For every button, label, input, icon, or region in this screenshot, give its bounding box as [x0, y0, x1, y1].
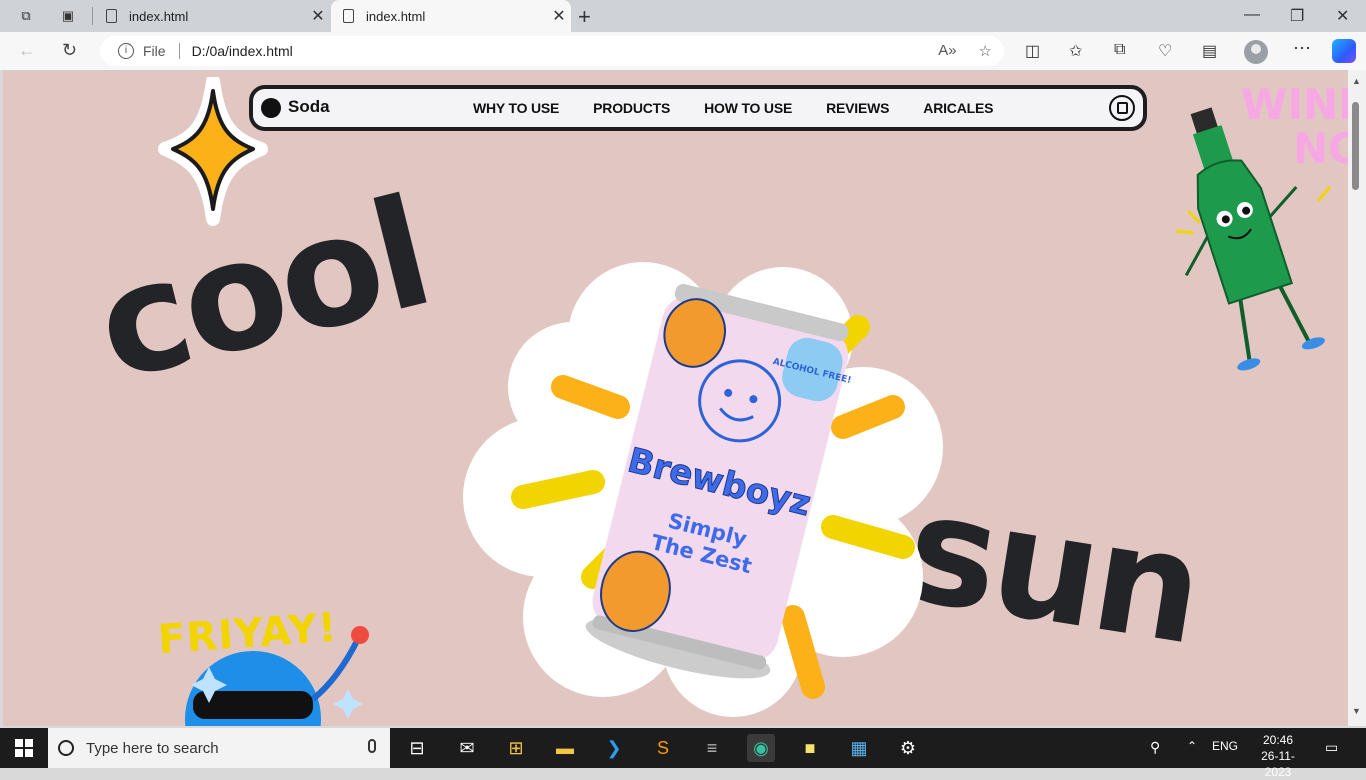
sidebar-icon[interactable]: ▤ [1202, 41, 1217, 61]
split-screen-icon[interactable]: ◫ [1025, 41, 1040, 61]
language-indicator[interactable]: ENG [1212, 739, 1238, 753]
start-button[interactable] [15, 739, 33, 757]
settings-gear-icon[interactable]: ⚙ [894, 734, 922, 762]
cart-icon[interactable] [1109, 95, 1135, 121]
tab-2[interactable]: index.html ✕ [331, 0, 571, 32]
restore-icon[interactable]: ❐ [1290, 6, 1304, 26]
refresh-icon[interactable]: ↻ [62, 40, 77, 61]
scroll-down-icon[interactable]: ▼ [1352, 706, 1361, 716]
site-logo[interactable]: Soda [288, 97, 330, 117]
page-scrollbar[interactable]: ▲ ▼ [1348, 70, 1366, 726]
flower-burst: Brewboyz Simply The Zest ALCOHOL FREE! [463, 262, 943, 717]
notifications-icon[interactable]: ▭ [1325, 739, 1338, 756]
clock-date: 26-11-2023 [1261, 749, 1295, 779]
scheme-label: File [143, 43, 166, 59]
system-clock[interactable]: 20:46 26-11-2023 [1248, 732, 1308, 780]
close-tab-icon[interactable]: ✕ [547, 6, 571, 26]
taskbar-search-placeholder: Type here to search [86, 739, 219, 757]
taskbar-search[interactable]: Type here to search [48, 728, 390, 768]
tab-actions-icon[interactable]: ▣ [57, 5, 79, 27]
copilot-icon[interactable] [1332, 39, 1356, 63]
minimize-icon[interactable]: — [1244, 6, 1260, 24]
store-icon[interactable]: ⊞ [502, 734, 530, 762]
new-tab-icon[interactable]: + [578, 4, 591, 30]
friyay-character [185, 626, 369, 726]
sublime-text-icon[interactable]: S [649, 734, 677, 762]
people-icon[interactable]: ⚲ [1150, 739, 1160, 756]
back-icon[interactable]: ← [18, 40, 36, 61]
close-tab-icon[interactable]: ✕ [306, 6, 330, 26]
tab-1[interactable]: index.html ✕ [94, 0, 330, 32]
wine-text-line2: NOT [1293, 124, 1348, 173]
vscode-icon[interactable]: ❯ [600, 734, 628, 762]
wine-text-line1: WINE [1241, 80, 1348, 129]
profile-avatar[interactable] [1244, 40, 1268, 64]
nav-reviews[interactable]: REVIEWS [826, 100, 889, 116]
logo-dot-icon [261, 98, 281, 118]
nav-how-to-use[interactable]: HOW TO USE [704, 100, 792, 116]
task-view-icon[interactable]: ⊟ [403, 734, 431, 762]
tab-separator [92, 7, 93, 25]
more-options-icon[interactable]: ⋯ [1293, 38, 1311, 59]
mail-icon[interactable]: ✉ [453, 734, 481, 762]
page-icon [106, 9, 117, 23]
read-aloud-icon[interactable]: A» [938, 42, 956, 60]
database-icon[interactable]: ≡ [698, 734, 726, 762]
favorites-icon[interactable]: ✩ [1069, 41, 1082, 61]
control-panel-icon[interactable]: ▦ [845, 734, 873, 762]
sticky-notes-icon[interactable]: ■ [796, 734, 824, 762]
site-navbar: Soda WHY TO USE PRODUCTS HOW TO USE REVI… [249, 85, 1147, 131]
close-window-icon[interactable]: ✕ [1336, 6, 1349, 26]
tab-2-title: index.html [366, 8, 426, 24]
address-bar-row: ← ↻ i File D:/0a/index.html A» ☆ ◫ ✩ ⧉ ♡… [0, 32, 1366, 70]
wine-not-text: WINE NOT [1241, 83, 1348, 171]
nav-why-to-use[interactable]: WHY TO USE [473, 100, 559, 116]
page-icon [343, 9, 354, 23]
search-icon [58, 740, 74, 756]
url-text[interactable]: D:/0a/index.html [192, 43, 293, 59]
nav-articles[interactable]: ARICALES [923, 100, 993, 116]
file-explorer-icon[interactable]: ▬ [551, 734, 579, 762]
collections-icon[interactable]: ⧉ [1114, 41, 1125, 59]
show-hidden-icons-chevron[interactable]: ⌃ [1187, 739, 1197, 753]
favorite-star-icon[interactable]: ☆ [979, 42, 992, 60]
workspaces-icon[interactable]: ⧉ [15, 5, 37, 27]
tab-1-title: index.html [129, 8, 189, 24]
edge-icon[interactable]: ◉ [747, 734, 775, 762]
clock-time: 20:46 [1262, 733, 1294, 747]
nav-links: WHY TO USE PRODUCTS HOW TO USE REVIEWS A… [473, 100, 993, 116]
address-separator [178, 43, 180, 59]
page-viewport: Soda WHY TO USE PRODUCTS HOW TO USE REVI… [3, 70, 1348, 726]
scrollbar-thumb[interactable] [1352, 102, 1359, 190]
address-bar[interactable]: i File D:/0a/index.html A» ☆ [100, 36, 1004, 66]
browser-essentials-icon[interactable]: ♡ [1158, 41, 1172, 61]
browser-tab-bar: ⧉ ▣ index.html ✕ index.html ✕ + — ❐ ✕ [0, 0, 1366, 32]
info-icon[interactable]: i [118, 43, 134, 59]
hero-word-cool: cool [80, 166, 444, 415]
scroll-up-icon[interactable]: ▲ [1352, 76, 1361, 86]
windows-taskbar: Type here to search ⊟ ✉ ⊞ ▬ ❯ S ≡ ◉ ■ ▦ … [0, 728, 1366, 779]
nav-products[interactable]: PRODUCTS [593, 100, 670, 116]
microphone-icon[interactable] [368, 739, 376, 753]
